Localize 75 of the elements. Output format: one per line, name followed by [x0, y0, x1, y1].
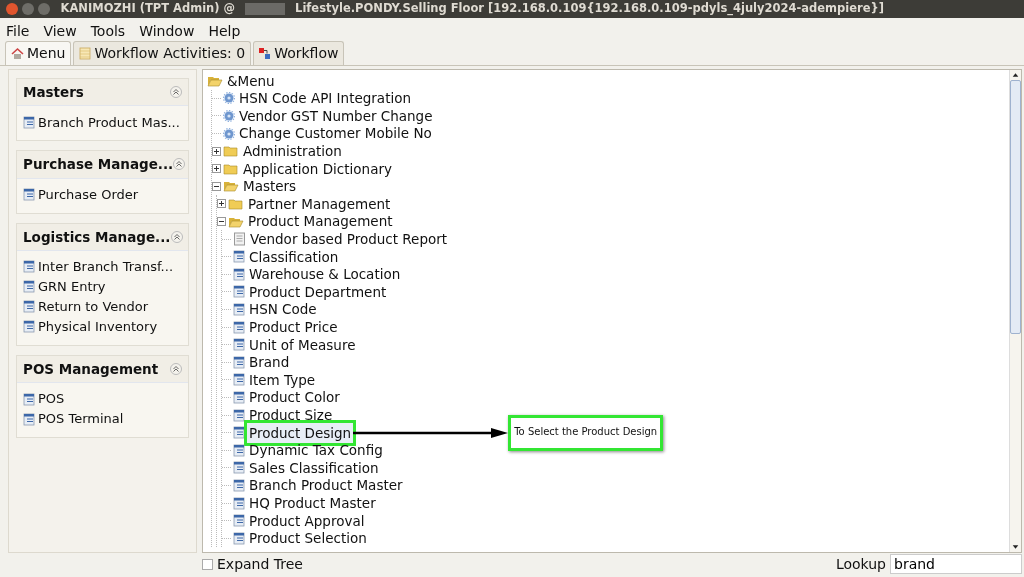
- tab[interactable]: Menu: [5, 41, 72, 65]
- panel-link[interactable]: Purchase Order: [38, 184, 139, 205]
- window-icon: [23, 280, 35, 294]
- home-icon: [11, 47, 24, 60]
- workflow-icon: [259, 47, 272, 60]
- panel-title: Logistics Manage...: [23, 227, 171, 247]
- window-icon: [233, 443, 245, 457]
- menubar-item[interactable]: File: [6, 20, 30, 42]
- redaction-block: [245, 3, 286, 15]
- tree-item[interactable]: Product Design: [247, 422, 354, 443]
- window-icon: [233, 320, 245, 334]
- window-icon: [233, 514, 245, 528]
- panel-link[interactable]: POS: [38, 389, 65, 409]
- gear-icon: [223, 127, 235, 140]
- window-icon: [23, 300, 35, 314]
- window-title: Lifestyle.PONDY.Selling Floor [192.168.0.109{192.168.0.109-pdyls_4july2024-adempiere}]: [295, 0, 884, 18]
- panel-link[interactable]: POS Terminal: [38, 409, 124, 429]
- panel-link[interactable]: Physical Inventory: [38, 317, 158, 337]
- document-icon: [233, 232, 246, 247]
- collapse-toggle[interactable]: [217, 217, 226, 227]
- window-icon: [23, 188, 35, 201]
- window-icon: [233, 250, 245, 264]
- window-icon: [233, 338, 245, 352]
- tree-item[interactable]: &Menu: [225, 70, 277, 91]
- table-icon: [79, 47, 92, 60]
- scroll-down-icon[interactable]: [1010, 542, 1021, 552]
- panel-link[interactable]: Branch Product Mas...: [38, 112, 180, 132]
- expand-toggle[interactable]: [212, 146, 221, 156]
- window-icon: [233, 267, 245, 281]
- gear-icon: [223, 92, 235, 105]
- expand-toggle[interactable]: [212, 164, 221, 174]
- window-icon: [233, 391, 245, 404]
- menubar-item[interactable]: View: [43, 20, 77, 42]
- window-icon: [23, 320, 35, 334]
- window-icon: [23, 260, 35, 274]
- window-icon: [233, 408, 245, 422]
- menubar-item[interactable]: Tools: [90, 20, 126, 42]
- collapse-icon[interactable]: [170, 230, 183, 243]
- window-icon: [23, 412, 35, 426]
- checkbox-label: Expand Tree: [217, 554, 303, 574]
- expand-toggle[interactable]: [217, 199, 226, 209]
- panel-title: Purchase Manage...: [23, 155, 174, 175]
- window-icon: [233, 478, 245, 492]
- close-icon[interactable]: [6, 3, 18, 15]
- panel-link[interactable]: Inter Branch Transf...: [38, 257, 173, 277]
- panel-title: Masters: [23, 83, 84, 102]
- panel-link[interactable]: GRN Entry: [38, 277, 106, 297]
- window-icon: [233, 426, 245, 440]
- tab[interactable]: Workflow Activities: 0: [73, 41, 252, 65]
- menubar-item[interactable]: Help: [208, 20, 241, 42]
- lookup-field[interactable]: brand: [890, 554, 1022, 574]
- lookup-label: Lookup: [835, 554, 886, 574]
- panel-title: POS Management: [23, 359, 159, 379]
- window-icon: [233, 461, 245, 475]
- menubar-item[interactable]: Window: [139, 20, 195, 42]
- window-icon: [23, 392, 35, 406]
- panel-link[interactable]: Return to Vendor: [38, 297, 149, 317]
- collapse-icon[interactable]: [173, 158, 186, 171]
- window-icon: [233, 496, 245, 510]
- window-icon: [233, 373, 245, 387]
- window-icon: [23, 115, 35, 129]
- tree-item[interactable]: Product Selection: [247, 528, 369, 549]
- scrollbar[interactable]: [1009, 70, 1021, 552]
- window-icon: [233, 303, 245, 316]
- collapse-icon[interactable]: [170, 362, 182, 375]
- window-title: KANIMOZHI (TPT Admin) @: [60, 0, 236, 18]
- window-icon: [233, 355, 245, 369]
- gear-icon: [223, 110, 235, 122]
- collapse-toggle[interactable]: [212, 181, 221, 191]
- checkbox[interactable]: [202, 558, 213, 570]
- window-icon: [233, 285, 245, 299]
- tab[interactable]: Workflow: [253, 41, 345, 65]
- window-icon: [233, 531, 245, 545]
- collapse-icon[interactable]: [170, 86, 182, 99]
- annotation-callout: To Select the Product Design: [508, 414, 664, 451]
